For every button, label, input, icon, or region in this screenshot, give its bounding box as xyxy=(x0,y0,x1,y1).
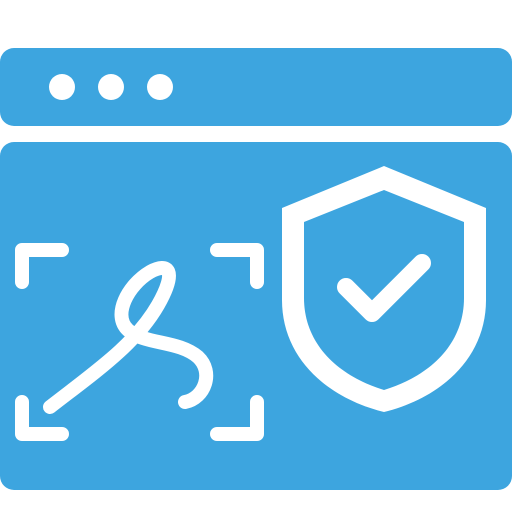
window-title-bar xyxy=(0,48,512,126)
window-dots-icon xyxy=(49,74,173,100)
window-dot-2 xyxy=(98,74,124,100)
browser-signature-security-icon xyxy=(0,0,512,512)
window-dot-3 xyxy=(147,74,173,100)
icon-svg xyxy=(0,48,512,490)
window-dot-1 xyxy=(49,74,75,100)
